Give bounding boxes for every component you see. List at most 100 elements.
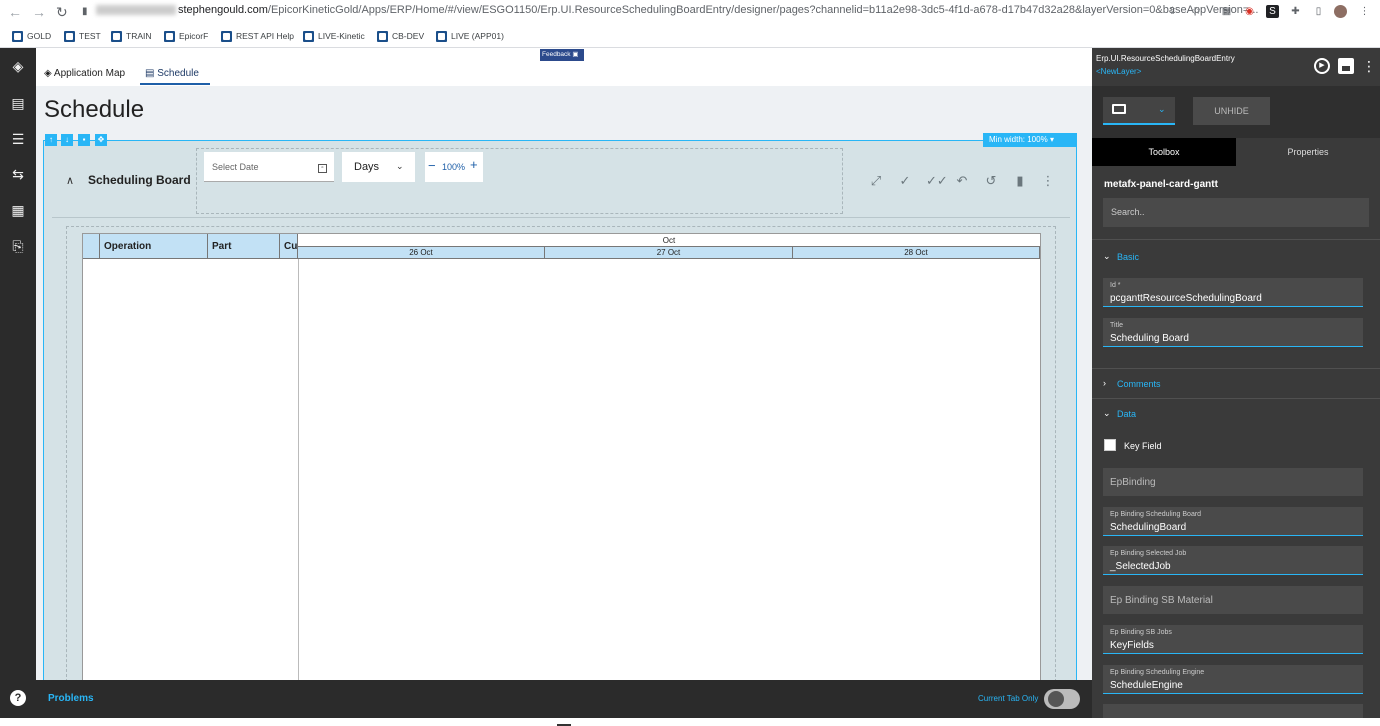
more-vert-icon[interactable]: ⋮ xyxy=(1362,58,1376,75)
save-icon[interactable] xyxy=(1338,58,1354,74)
reload-icon[interactable]: ↻ xyxy=(56,4,68,21)
tab-application-map[interactable]: ◈ Application Map xyxy=(44,68,125,79)
ep-binding-scheduling-engine-field[interactable]: Ep Binding Scheduling Engine ScheduleEng… xyxy=(1103,665,1363,694)
bottom-bar: Problems Current Tab Only xyxy=(36,680,1092,718)
sidepanel-icon[interactable]: ▯ xyxy=(1312,5,1325,18)
bookmark-gold[interactable]: GOLD xyxy=(12,29,51,43)
export-icon[interactable]: ⎘ xyxy=(10,238,26,254)
bookmark-live-kinetic[interactable]: LIVE-Kinetic xyxy=(303,29,365,43)
layers-icon[interactable]: ◈ xyxy=(10,58,26,74)
min-width-selector[interactable]: Min width: 100% ▾ xyxy=(983,133,1077,147)
delete-icon[interactable]: ▪ xyxy=(78,134,90,146)
chevron-up-icon[interactable]: ∧ xyxy=(66,174,74,187)
url-path: /EpicorKineticGold/Apps/ERP/Home/#/view/… xyxy=(267,4,1259,16)
chevron-down-icon[interactable]: ⌄ xyxy=(396,161,404,172)
column-header-operation[interactable]: Operation xyxy=(100,234,208,259)
bookmark-epicorf[interactable]: EpicorF xyxy=(164,29,208,43)
extension-record-icon[interactable]: ◉ xyxy=(1243,5,1256,18)
bookmark-rest-api-help[interactable]: REST API Help xyxy=(221,29,294,43)
chevron-down-icon[interactable]: ⌄ xyxy=(1103,408,1111,419)
property-search-input[interactable]: Search.. xyxy=(1103,198,1369,227)
problems-link[interactable]: Problems xyxy=(48,693,94,704)
column-header-part[interactable]: Part xyxy=(208,234,280,259)
field-label: Ep Binding Selected Job xyxy=(1110,550,1187,557)
check-icon[interactable]: ✓ xyxy=(897,173,913,189)
section-comments[interactable]: Comments xyxy=(1117,379,1161,389)
undo-icon[interactable]: ↶ xyxy=(954,173,970,189)
data-flow-icon[interactable]: ⇆ xyxy=(10,166,26,182)
share-icon[interactable]: ⇪ xyxy=(1166,5,1179,18)
gantt-splitter[interactable] xyxy=(298,234,299,683)
zoom-in-button[interactable]: + xyxy=(470,157,478,172)
more-vert-icon[interactable]: ⋮ xyxy=(1040,173,1056,189)
laptop-icon xyxy=(1112,104,1126,114)
bookmark-cb-dev[interactable]: CB-DEV xyxy=(377,29,424,43)
move-up-icon[interactable]: ↑ xyxy=(45,134,57,146)
avatar[interactable] xyxy=(1334,5,1347,18)
browser-menu-icon[interactable]: ⋮ xyxy=(1358,5,1371,18)
timeline-month: Oct xyxy=(298,234,1040,247)
view-select[interactable]: Days xyxy=(342,152,415,182)
calendar-icon[interactable]: ▫ xyxy=(318,164,327,173)
tab-label: Application Map xyxy=(53,68,126,79)
divider xyxy=(1092,398,1380,399)
column-header-customer[interactable]: Cus xyxy=(280,234,298,259)
double-check-icon[interactable]: ✓✓ xyxy=(926,173,948,189)
bookmark-live-app01[interactable]: LIVE (APP01) xyxy=(436,29,504,43)
drag-handle-icon[interactable]: ✥ xyxy=(95,134,107,146)
field-label: Title xyxy=(1110,322,1123,329)
card-title: Scheduling Board xyxy=(88,173,191,187)
next-field[interactable] xyxy=(1103,704,1363,718)
tab-label: Schedule xyxy=(157,68,199,79)
undo-all-icon[interactable]: ↺ xyxy=(983,173,999,189)
forward-icon[interactable]: → xyxy=(32,4,46,20)
ep-binding-selected-job-field[interactable]: Ep Binding Selected Job _SelectedJob xyxy=(1103,546,1363,575)
bookmark-icon xyxy=(377,30,388,42)
address-bar[interactable]: stephengould.com/EpicorKineticGold/Apps/… xyxy=(96,4,1258,16)
date-picker[interactable]: Select Date xyxy=(204,152,334,182)
section-data[interactable]: Data xyxy=(1117,409,1136,419)
key-field-checkbox[interactable] xyxy=(1104,439,1116,451)
section-basic[interactable]: Basic xyxy=(1117,252,1139,262)
ep-binding-sb-material-field[interactable]: Ep Binding SB Material xyxy=(1103,586,1363,614)
chart-icon[interactable]: ▮ xyxy=(1012,173,1028,189)
grid-icon[interactable]: ▦ xyxy=(10,202,26,218)
tab-schedule[interactable]: ▤ Schedule xyxy=(145,68,199,79)
toggle-knob[interactable] xyxy=(1046,689,1066,709)
help-icon[interactable]: ? xyxy=(10,690,26,706)
back-icon[interactable]: ← xyxy=(8,4,22,20)
chevron-down-icon[interactable]: ⌄ xyxy=(1158,104,1166,115)
extension-icon[interactable]: ▦ xyxy=(1220,5,1233,18)
bookmark-train[interactable]: TRAIN xyxy=(111,29,152,43)
layer-name[interactable]: <NewLayer> xyxy=(1096,67,1141,76)
ep-binding-sb-jobs-field[interactable]: Ep Binding SB Jobs KeyFields xyxy=(1103,625,1363,654)
star-icon[interactable]: ☆ xyxy=(1190,5,1203,18)
chevron-down-icon[interactable]: ⌄ xyxy=(1103,251,1111,262)
checklist-icon[interactable]: ☰ xyxy=(10,131,26,147)
expand-icon[interactable]: ⤢ xyxy=(868,173,884,189)
date-placeholder: Select Date xyxy=(212,162,259,172)
field-value: SchedulingBoard xyxy=(1110,522,1187,533)
divider xyxy=(52,217,1070,218)
layout-icon[interactable]: ▤ xyxy=(10,95,26,111)
epbinding-field[interactable]: EpBinding xyxy=(1103,468,1363,496)
app-tabs: ◈ Application Map ▤ Schedule Feedback ▣ xyxy=(36,48,1092,86)
zoom-out-button[interactable]: − xyxy=(428,158,436,173)
puzzle-icon[interactable]: ✚ xyxy=(1289,5,1302,18)
bookmark-test[interactable]: TEST xyxy=(64,29,101,43)
bookmark-icon xyxy=(221,30,232,42)
ep-binding-scheduling-board-field[interactable]: Ep Binding Scheduling Board SchedulingBo… xyxy=(1103,507,1363,536)
extension-s-icon[interactable]: S xyxy=(1266,5,1279,18)
tab-properties[interactable]: Properties xyxy=(1236,138,1380,166)
row-select-header[interactable] xyxy=(83,234,100,259)
feedback-button[interactable]: Feedback ▣ xyxy=(540,49,584,61)
tab-toolbox[interactable]: Toolbox xyxy=(1092,138,1236,166)
bookmark-label: LIVE (APP01) xyxy=(451,31,504,41)
title-field[interactable]: Title Scheduling Board xyxy=(1103,318,1363,347)
chevron-right-icon[interactable]: › xyxy=(1103,378,1106,388)
play-icon[interactable]: ▶ xyxy=(1314,58,1330,74)
gantt-chart[interactable]: Operation Part Cus Oct 26 Oct 27 Oct 28 … xyxy=(82,233,1041,683)
unhide-button[interactable]: UNHIDE xyxy=(1193,97,1270,125)
id-field[interactable]: Id * pcganttResourceSchedulingBoard xyxy=(1103,278,1363,307)
move-down-icon[interactable]: ↓ xyxy=(61,134,73,146)
